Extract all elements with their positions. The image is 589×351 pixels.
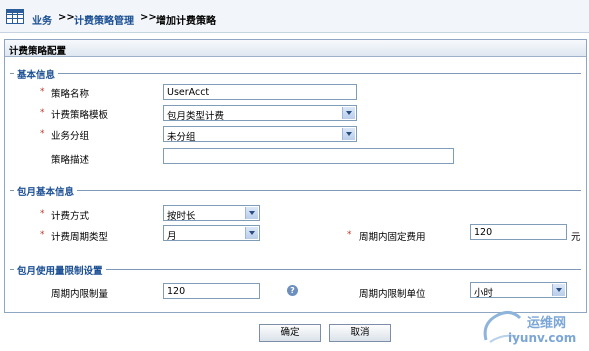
section-title-monthly: 包月基本信息	[14, 184, 78, 198]
chevron-down-icon	[552, 284, 565, 296]
label-policy-template: 计费策略模板	[51, 110, 109, 121]
policy-description-input[interactable]	[163, 148, 454, 164]
currency-unit: 元	[571, 232, 581, 243]
required-icon: *	[40, 230, 45, 240]
billing-period-type-value: 月	[167, 231, 177, 241]
breadcrumb-separator: >>	[140, 12, 157, 23]
label-period-limit: 周期内限制量	[51, 289, 109, 300]
required-icon: *	[40, 108, 45, 118]
cancel-button[interactable]: 取消	[329, 324, 391, 342]
policy-name-input[interactable]: UserAcct	[163, 84, 357, 100]
service-group-select[interactable]: 未分组	[163, 126, 357, 142]
chevron-down-icon	[245, 227, 258, 239]
period-limit-input[interactable]: 120	[163, 283, 260, 299]
required-icon: *	[347, 230, 352, 240]
policy-template-select[interactable]: 包月类型计费	[163, 105, 357, 121]
help-icon[interactable]: ?	[287, 285, 298, 296]
policy-template-value: 包月类型计费	[167, 111, 225, 121]
watermark-text: 运维网	[527, 316, 567, 331]
label-period-limit-unit: 周期内限制单位	[359, 289, 426, 300]
required-icon: *	[40, 209, 45, 219]
fixed-fee-input[interactable]: 120	[470, 224, 567, 240]
breadcrumb-item-business[interactable]: 业务	[32, 12, 52, 27]
label-billing-method: 计费方式	[51, 211, 90, 222]
panel-title: 计费策略配置	[5, 40, 586, 57]
billing-method-value: 按时长	[167, 211, 196, 221]
breadcrumb-separator: >>	[58, 12, 75, 23]
table-grid-icon	[6, 9, 24, 24]
chevron-down-icon	[342, 107, 355, 119]
label-fixed-fee: 周期内固定费用	[359, 232, 426, 243]
label-service-group: 业务分组	[51, 131, 90, 142]
section-divider	[10, 73, 581, 74]
service-group-value: 未分组	[167, 132, 196, 142]
billing-period-type-select[interactable]: 月	[163, 225, 260, 241]
section-divider	[10, 190, 581, 191]
section-title-basic: 基本信息	[14, 67, 59, 81]
confirm-button[interactable]: 确定	[259, 324, 321, 342]
chevron-down-icon	[342, 128, 355, 140]
chevron-down-icon	[245, 207, 258, 219]
required-icon: *	[40, 87, 45, 97]
period-limit-unit-select[interactable]: 小时	[470, 282, 567, 298]
label-billing-period-type: 计费周期类型	[51, 232, 109, 243]
required-icon: *	[40, 129, 45, 139]
billing-method-select[interactable]: 按时长	[163, 205, 260, 221]
breadcrumb-item-current: 增加计费策略	[156, 16, 216, 27]
section-title-usage-limit: 包月使用量限制设置	[14, 263, 106, 277]
label-policy-description: 策略描述	[51, 155, 90, 166]
watermark-url: iyunv.com	[508, 331, 577, 345]
label-policy-name: 策略名称	[51, 89, 90, 100]
breadcrumb-item-billing-policy[interactable]: 计费策略管理	[74, 12, 134, 27]
period-limit-unit-value: 小时	[474, 288, 494, 298]
